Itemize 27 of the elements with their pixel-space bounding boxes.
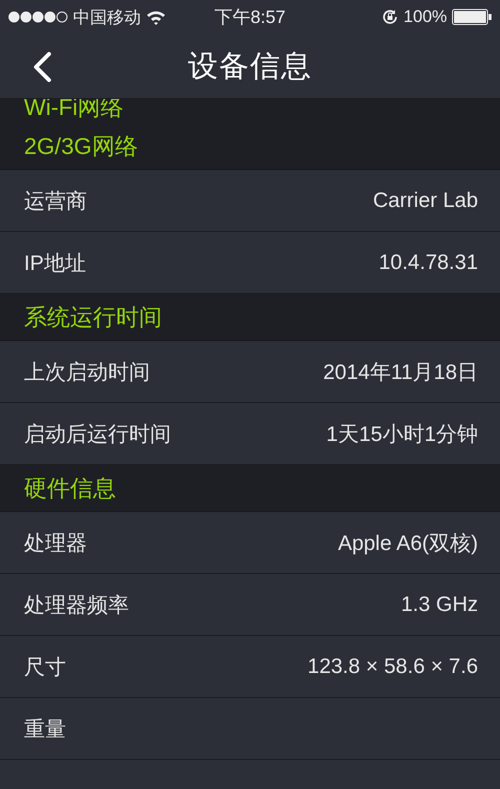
row-label: 上次启动时间 — [24, 360, 150, 386]
row-value: Apple A6(双核) — [338, 530, 478, 556]
page-title: 设备信息 — [188, 48, 312, 84]
row-label: 启动后运行时间 — [24, 422, 171, 448]
row-label: IP地址 — [24, 250, 86, 276]
signal-icon — [8, 11, 68, 23]
row-label: 尺寸 — [24, 654, 66, 680]
row-value: 2014年11月18日 — [323, 360, 478, 386]
carrier: 中国移动 — [73, 6, 141, 28]
back-chevron-icon — [32, 52, 52, 82]
row-label: 重量 — [24, 716, 66, 742]
row-value: Carrier Lab — [372, 188, 478, 212]
battery-percent: 100% — [404, 7, 448, 27]
row-value: 123.8 × 58.6 × 7.6 — [308, 654, 478, 678]
clock: 下午8:57 — [214, 6, 286, 29]
rotation-lock-icon — [380, 8, 399, 26]
section-header: 系统运行时间 — [0, 294, 500, 341]
wifi-icon — [146, 10, 166, 24]
row-value: 1.3 GHz — [400, 592, 478, 616]
row-value: 1天15小时1分钟 — [326, 422, 478, 448]
row-label: 处理器频率 — [24, 592, 129, 618]
section-header: 硬件信息 — [0, 465, 500, 512]
battery-icon — [452, 9, 492, 25]
section-header: 2G/3G网络 — [0, 123, 500, 170]
row-label: 运营商 — [24, 188, 87, 214]
row-value: 10.4.78.31 — [378, 250, 478, 274]
row-label: 处理器 — [24, 530, 87, 556]
